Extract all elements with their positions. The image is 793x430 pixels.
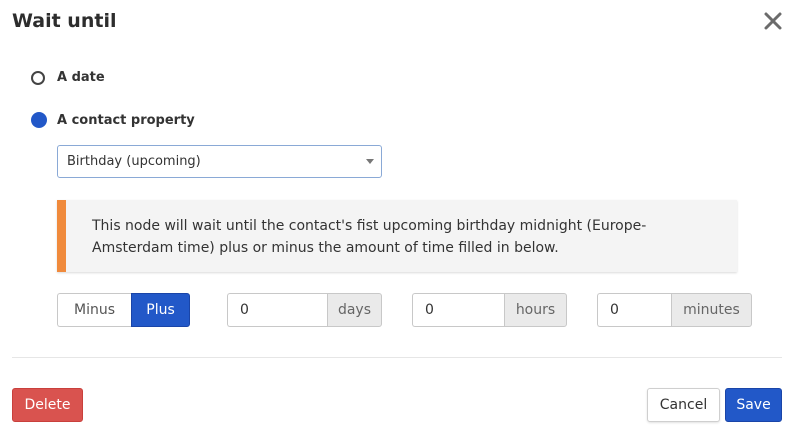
radio-contact-property[interactable] [31,112,47,128]
hours-input[interactable]: 0 [412,293,504,327]
minutes-input[interactable]: 0 [597,293,671,327]
footer-divider [12,357,782,358]
hours-input-group: 0 hours [412,293,567,327]
option-a-date-label: A date [57,70,105,85]
delete-button[interactable]: Delete [12,388,83,422]
option-contact-property-label: A contact property [57,112,195,128]
option-a-date[interactable]: A date [31,70,105,85]
plus-button[interactable]: Plus [131,293,190,327]
option-contact-property[interactable]: A contact property [31,112,195,128]
notice-text: This node will wait until the contact's … [92,218,647,256]
minutes-addon: minutes [671,293,752,327]
hours-addon: hours [504,293,567,327]
close-button[interactable] [760,8,786,34]
chevron-down-icon [366,159,374,164]
radio-a-date[interactable] [31,70,45,85]
close-icon [764,12,782,30]
days-addon: days [327,293,382,327]
minus-plus-toggle: Minus Plus [57,293,190,327]
dialog-title: Wait until [12,10,117,32]
days-input[interactable]: 0 [227,293,327,327]
minus-button[interactable]: Minus [57,293,131,327]
minutes-input-group: 0 minutes [597,293,752,327]
property-select[interactable]: Birthday (upcoming) [57,145,382,178]
notice-box: This node will wait until the contact's … [57,200,737,272]
cancel-button[interactable]: Cancel [647,388,720,422]
property-select-value: Birthday (upcoming) [67,154,201,169]
days-input-group: 0 days [227,293,382,327]
save-button[interactable]: Save [725,388,782,422]
